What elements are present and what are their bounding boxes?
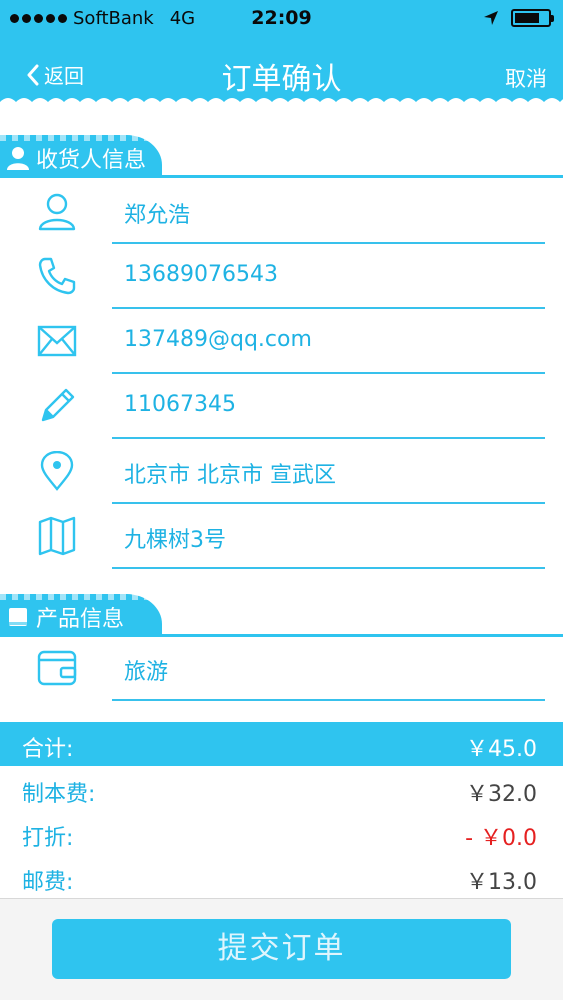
consignee-postcode: 11067345 (124, 392, 236, 417)
fee-value: ￥32.0 (466, 782, 537, 807)
product-section-tab: 产品信息 (0, 594, 162, 636)
submit-order-button[interactable]: 提交订单 (52, 919, 511, 979)
fee-row-production: 制本费: ￥32.0 (0, 767, 563, 811)
total-value: ￥45.0 (466, 737, 537, 762)
fee-label: 打折: (22, 826, 74, 851)
battery-icon (511, 9, 554, 27)
location-pin-icon (40, 451, 74, 491)
fee-label: 邮费: (22, 870, 74, 895)
page-title: 订单确认 (221, 62, 342, 97)
section-title: 收货人信息 (36, 148, 147, 173)
consignee-region-row[interactable]: 北京市 北京市 宣武区 (0, 439, 563, 504)
consignee-email-row[interactable]: 137489@qq.com (0, 309, 563, 374)
consignee-section-header: 收货人信息 (0, 135, 563, 179)
nav-bar: 返回 订单确认 取消 (0, 40, 563, 102)
consignee-email: 137489@qq.com (124, 327, 312, 352)
mail-icon (37, 325, 77, 357)
header: SoftBank 4G 22:09 返回 订单确认 取消 (0, 0, 563, 106)
row-underline (112, 567, 545, 569)
consignee-section-tab: 收货人信息 (0, 135, 162, 177)
discount-value: - ￥0.0 (465, 826, 537, 851)
consignee-region: 北京市 北京市 宣武区 (124, 463, 336, 488)
consignee-phone: 13689076543 (124, 262, 278, 287)
total-label: 合计: (22, 737, 74, 762)
tab-stripe (0, 135, 150, 141)
section-title: 产品信息 (36, 607, 125, 632)
fee-label: 制本费: (22, 782, 96, 807)
status-time: 22:09 (251, 7, 312, 29)
consignee-address: 九棵树3号 (124, 528, 226, 553)
consignee-postcode-row[interactable]: 11067345 (0, 374, 563, 439)
fee-value: ￥13.0 (466, 870, 537, 895)
book-icon (9, 608, 27, 626)
consignee-address-row[interactable]: 九棵树3号 (0, 504, 563, 569)
consignee-name-row[interactable]: 郑允浩 (0, 179, 563, 244)
cancel-button[interactable]: 取消 (505, 63, 547, 93)
product-name-row[interactable]: 旅游 (0, 636, 563, 701)
map-icon (38, 516, 76, 556)
tab-stripe (0, 594, 150, 600)
bottom-action-area: 提交订单 (0, 898, 563, 1000)
section-divider (0, 175, 563, 178)
location-arrow-icon (484, 11, 498, 25)
fee-row-shipping: 邮费: ￥13.0 (0, 855, 563, 899)
total-bar: 合计: ￥45.0 (0, 722, 563, 766)
phone-icon (38, 257, 76, 295)
user-silhouette-icon (7, 147, 29, 170)
product-name: 旅游 (124, 660, 169, 685)
fee-row-discount: 打折: - ￥0.0 (0, 811, 563, 855)
status-right (483, 9, 554, 27)
pencil-icon (41, 388, 75, 422)
consignee-name: 郑允浩 (124, 203, 191, 228)
wallet-icon (37, 650, 77, 686)
product-section-header: 产品信息 (0, 594, 563, 638)
header-wave-decoration (0, 98, 563, 106)
person-icon (38, 193, 76, 231)
row-underline (112, 699, 545, 701)
status-bar: SoftBank 4G 22:09 (0, 0, 563, 38)
consignee-phone-row[interactable]: 13689076543 (0, 244, 563, 309)
